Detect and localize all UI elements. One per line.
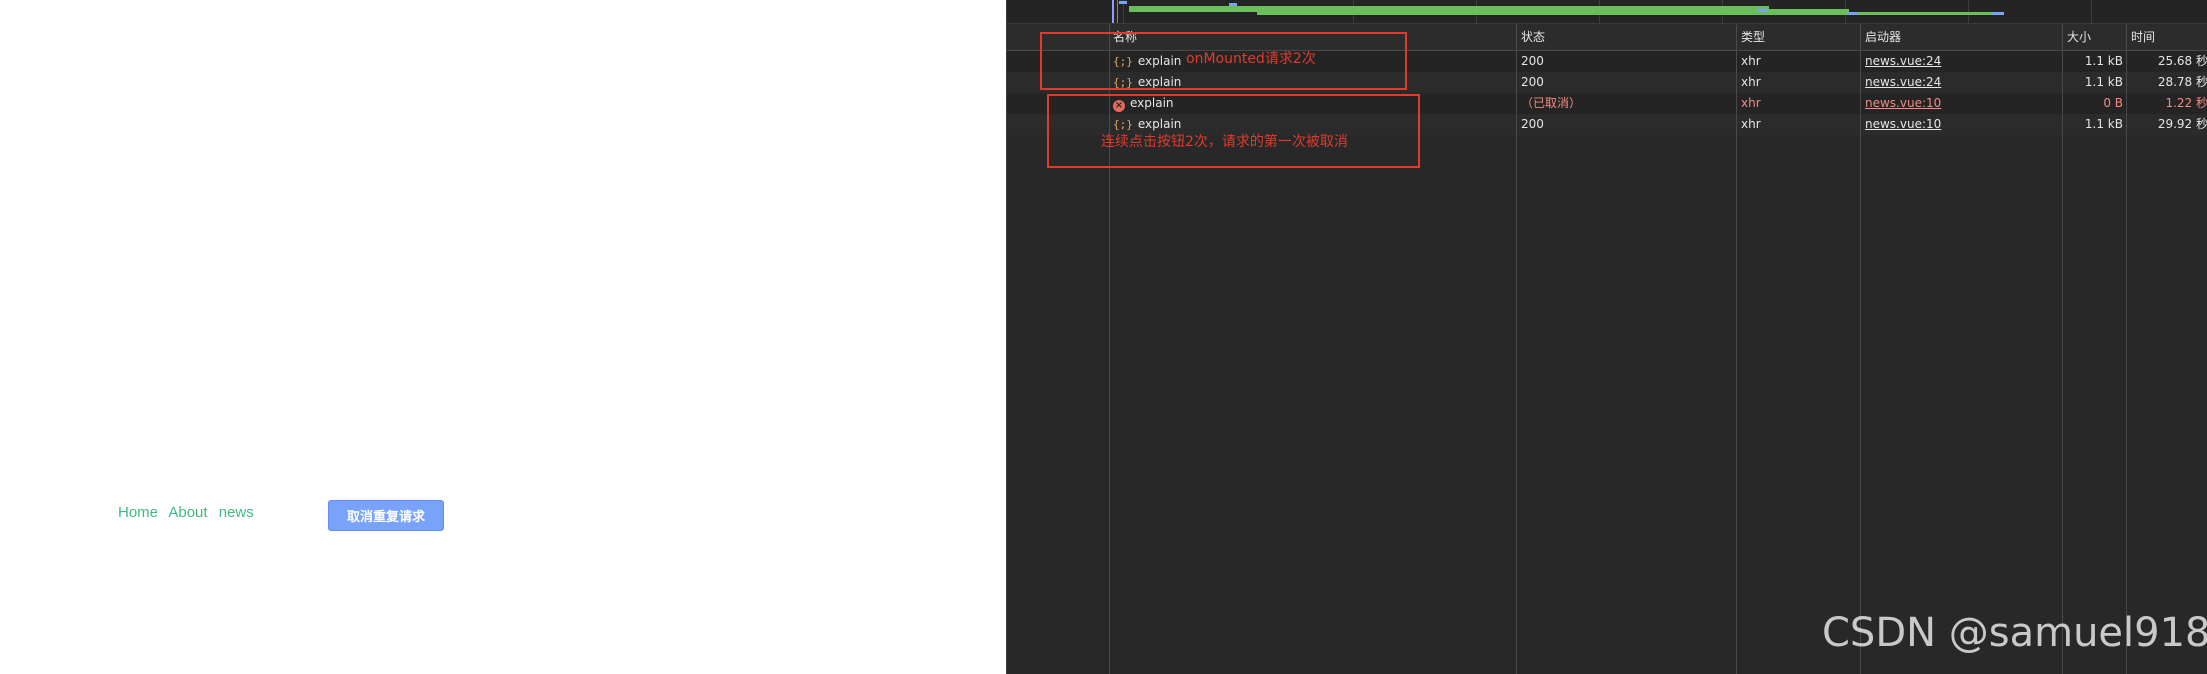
column-divider[interactable] [1516,24,1517,674]
column-divider[interactable] [2062,24,2063,674]
column-header-type[interactable]: 类型 [1741,24,1765,50]
request-status: （已取消） [1521,96,1582,110]
column-divider[interactable] [2126,24,2127,674]
request-initiator-link[interactable]: news.vue:24 [1865,72,1941,93]
column-header-status[interactable]: 状态 [1521,24,1545,50]
request-type: xhr [1741,117,1761,131]
request-initiator-link[interactable]: news.vue:24 [1865,51,1941,72]
timeline-tick [2091,0,2092,23]
cancel-duplicate-request-button[interactable]: 取消重复请求 [328,500,444,531]
request-size: 0 B [2103,96,2123,110]
timeline-bar [1757,9,1767,12]
request-size: 1.1 kB [2084,54,2123,68]
timeline-bar [1847,12,1857,15]
request-status: 200 [1521,54,1544,68]
request-time: 29.92 秒 [2157,117,2207,131]
request-size: 1.1 kB [2084,117,2123,131]
request-initiator-link[interactable]: news.vue:10 [1865,114,1941,135]
annotation-mounted-note: onMounted请求2次 [1186,51,1316,67]
request-time: 25.68 秒 [2157,54,2207,68]
column-header-initiator[interactable]: 启动器 [1865,24,1901,50]
column-header-time[interactable]: 时间 [2131,24,2155,50]
request-type: xhr [1741,54,1761,68]
nav-link-about[interactable]: About [168,504,207,521]
timeline-bar [1257,12,1997,15]
column-divider[interactable] [1860,24,1861,674]
column-divider[interactable] [1736,24,1737,674]
timeline-marker [1117,0,1118,23]
timeline-bar [1119,1,1127,4]
request-time: 28.78 秒 [2157,75,2207,89]
network-overview-timeline[interactable] [1007,0,2207,24]
request-status: 200 [1521,75,1544,89]
csdn-watermark: CSDN @samuel918 [1822,610,2207,656]
timeline-bar [1992,12,2004,15]
column-header-size[interactable]: 大小 [2067,24,2091,50]
request-type: xhr [1741,96,1761,110]
request-size: 1.1 kB [2084,75,2123,89]
request-time: 1.22 秒 [2165,96,2207,110]
nav-link-home[interactable]: Home [118,504,158,521]
app-viewport: Home About news 取消重复请求 [0,0,1006,674]
request-initiator-link[interactable]: news.vue:10 [1865,93,1941,114]
nav-links: Home About news [118,504,261,521]
nav-link-news[interactable]: news [219,504,254,521]
timeline-marker [1112,0,1114,23]
annotation-cancel-note: 连续点击按钮2次，请求的第一次被取消 [1101,134,1348,150]
request-type: xhr [1741,75,1761,89]
request-status: 200 [1521,117,1544,131]
